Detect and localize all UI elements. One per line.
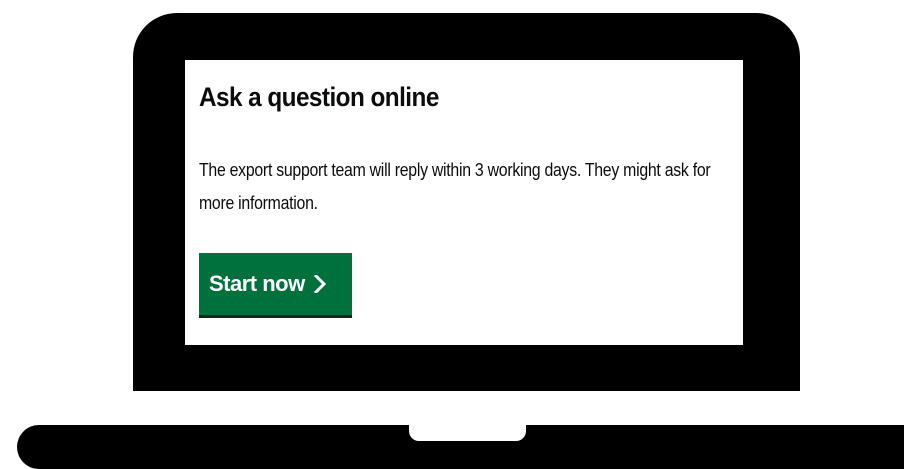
laptop-trackpad-notch <box>409 418 526 441</box>
start-now-button[interactable]: Start now <box>199 253 352 315</box>
illustration: Ask a question online The export support… <box>0 0 904 469</box>
laptop-screen: Ask a question online The export support… <box>185 60 743 345</box>
description-text: The export support team will reply withi… <box>199 160 711 213</box>
page-title: Ask a question online <box>199 82 439 112</box>
chevron-right-icon <box>313 275 326 293</box>
start-now-label: Start now <box>209 271 305 296</box>
